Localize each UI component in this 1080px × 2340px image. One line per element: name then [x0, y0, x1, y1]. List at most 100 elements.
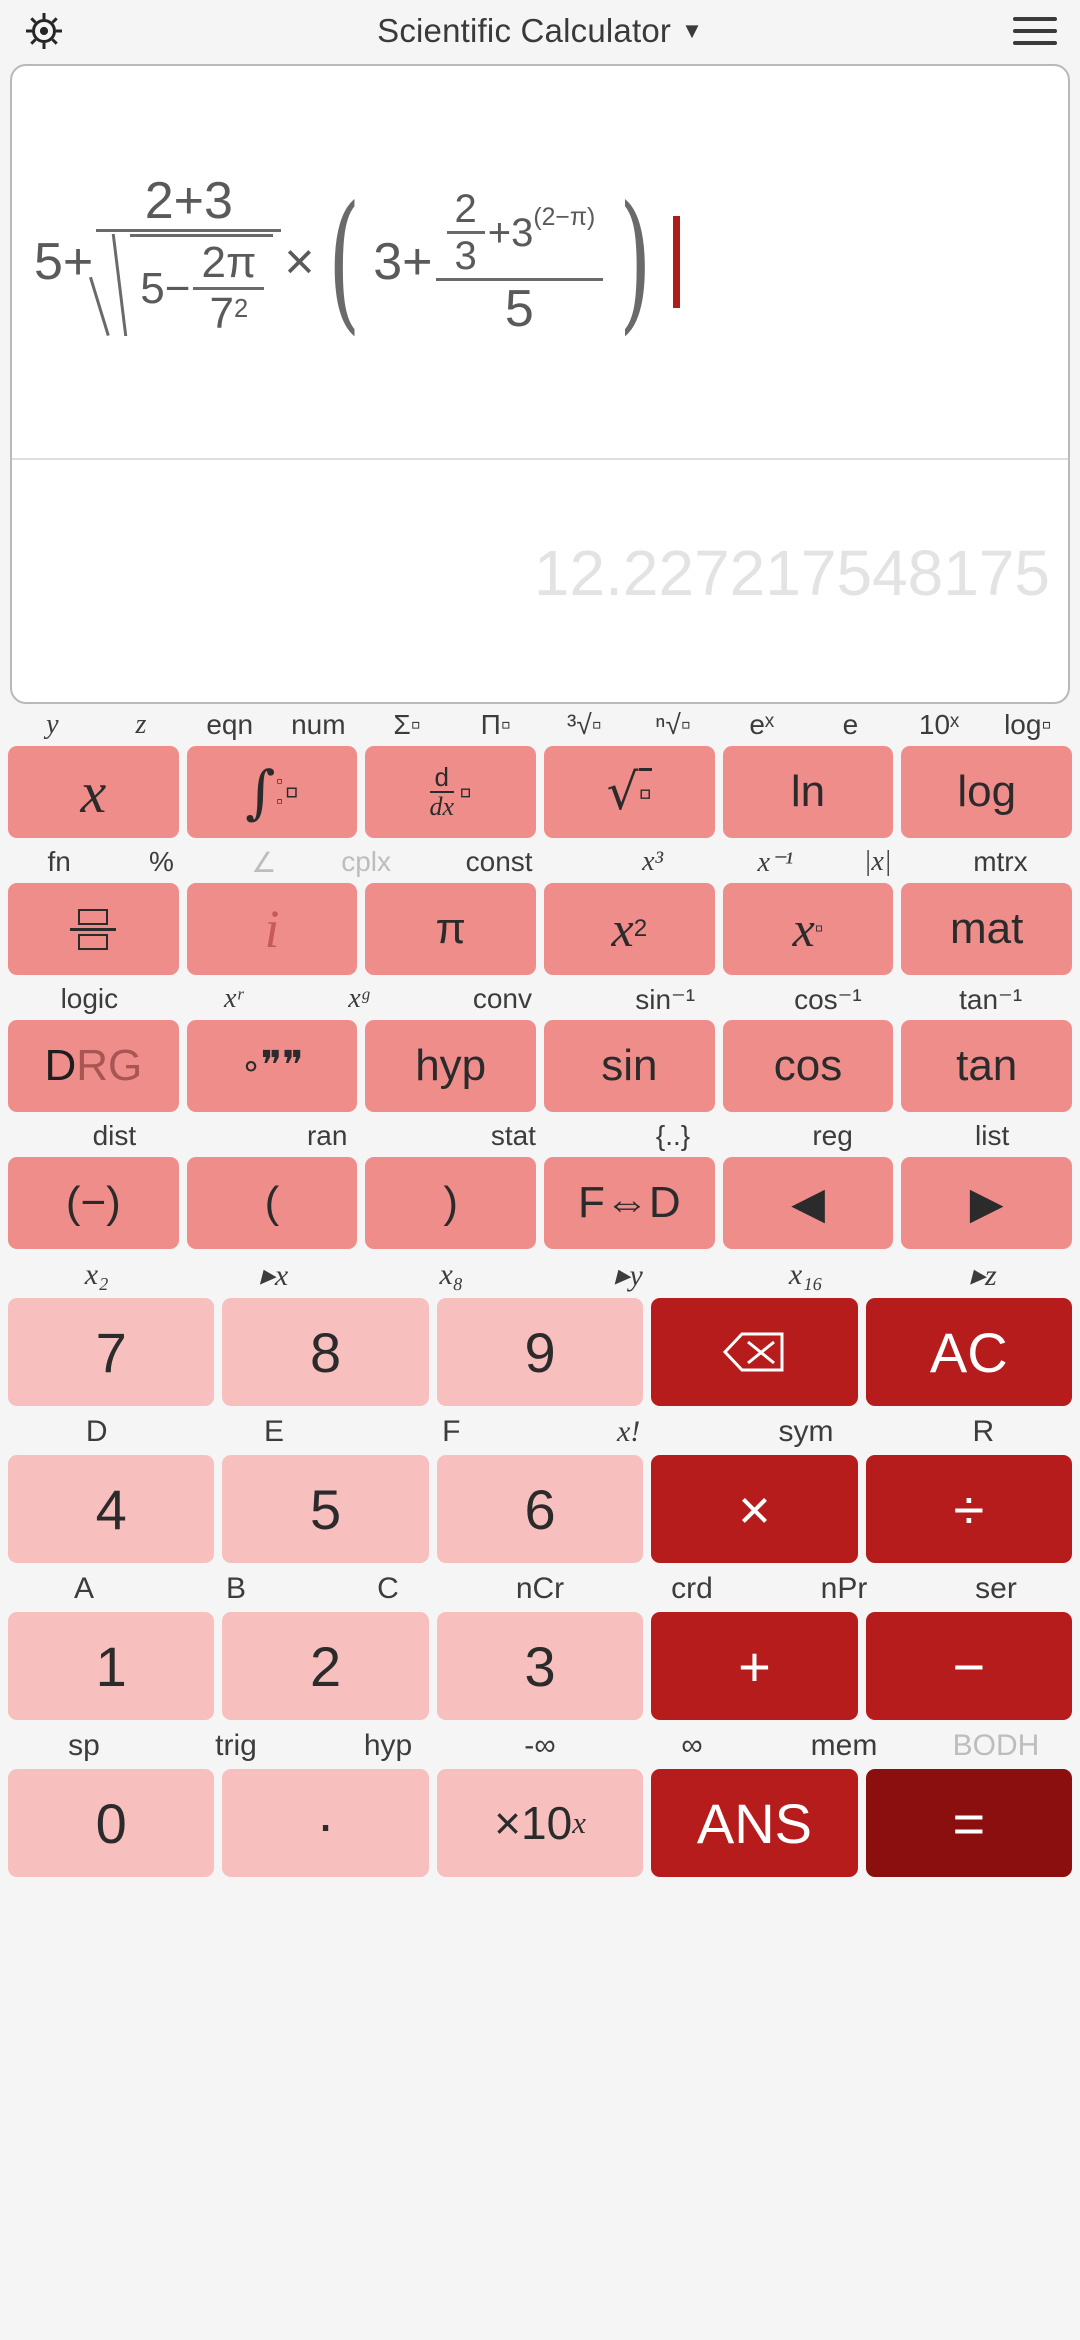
key-hyp[interactable]: hyp: [365, 1020, 537, 1112]
secondary-label[interactable]: logic: [8, 983, 171, 1015]
secondary-label[interactable]: z: [97, 709, 186, 741]
key-answer[interactable]: ANS: [651, 1769, 858, 1877]
key-9[interactable]: 9: [436, 1298, 644, 1406]
secondary-label[interactable]: eˣ: [717, 709, 806, 741]
secondary-label[interactable]: cplx: [315, 846, 417, 878]
key-ln[interactable]: ln: [722, 746, 894, 838]
secondary-label[interactable]: x₈: [363, 1258, 540, 1292]
key-negative[interactable]: (−): [8, 1157, 179, 1249]
secondary-label[interactable]: ▸x: [185, 1258, 362, 1293]
secondary-label[interactable]: mem: [768, 1729, 920, 1763]
key-divide[interactable]: ÷: [865, 1455, 1073, 1563]
key-paren-open[interactable]: (: [186, 1157, 358, 1249]
secondary-label[interactable]: F: [363, 1415, 540, 1449]
secondary-label[interactable]: ∞: [616, 1729, 768, 1763]
secondary-label[interactable]: {..}: [593, 1120, 753, 1152]
secondary-label[interactable]: A: [8, 1572, 160, 1606]
key-6[interactable]: 6: [436, 1455, 644, 1563]
key-square-root[interactable]: √ ▫: [544, 746, 715, 838]
key-2[interactable]: 2: [222, 1612, 429, 1720]
key-all-clear[interactable]: AC: [865, 1298, 1073, 1406]
secondary-label[interactable]: mtrx: [929, 846, 1072, 878]
key-4[interactable]: 4: [8, 1455, 215, 1563]
key-backspace[interactable]: [651, 1298, 858, 1406]
secondary-label[interactable]: Π▫: [451, 709, 540, 741]
secondary-label[interactable]: D: [8, 1415, 185, 1449]
key-pi[interactable]: π: [365, 883, 537, 975]
key-equals[interactable]: =: [865, 1769, 1073, 1877]
key-cos[interactable]: cos: [722, 1020, 894, 1112]
secondary-label[interactable]: y: [8, 709, 97, 741]
key-0[interactable]: 0: [8, 1769, 215, 1877]
secondary-label[interactable]: const: [417, 846, 581, 878]
key-log[interactable]: log: [901, 746, 1073, 838]
secondary-label[interactable]: e: [806, 709, 895, 741]
key-matrix[interactable]: mat: [901, 883, 1073, 975]
secondary-label[interactable]: list: [912, 1120, 1072, 1152]
settings-gear-button[interactable]: [18, 5, 70, 57]
secondary-label[interactable]: 10ˣ: [895, 709, 984, 741]
key-decimal-point[interactable]: ·: [222, 1769, 429, 1877]
secondary-label[interactable]: reg: [753, 1120, 913, 1152]
key-variable-x[interactable]: x: [8, 746, 179, 838]
secondary-label[interactable]: num: [274, 709, 363, 741]
secondary-label[interactable]: eqn: [185, 709, 274, 741]
secondary-label[interactable]: |x|: [826, 846, 928, 878]
secondary-label[interactable]: B: [160, 1572, 312, 1606]
secondary-label[interactable]: Σ▫: [363, 709, 452, 741]
key-x-power[interactable]: x ▫: [722, 883, 894, 975]
key-derivative[interactable]: d dx ▫: [365, 746, 537, 838]
secondary-label[interactable]: sp: [8, 1729, 160, 1763]
secondary-label[interactable]: fn: [8, 846, 110, 878]
title-dropdown[interactable]: Scientific Calculator ▼: [377, 12, 703, 50]
secondary-label[interactable]: ser: [920, 1572, 1072, 1606]
secondary-label[interactable]: ⁿ√▫: [629, 709, 718, 741]
secondary-label[interactable]: conv: [421, 983, 584, 1015]
expression-area[interactable]: 5+ 2+3 5− 2π 72 × (3+ 2 3 +3 (2−π) 5): [12, 66, 1068, 458]
key-fraction[interactable]: [8, 883, 179, 975]
secondary-label[interactable]: nPr: [768, 1572, 920, 1606]
secondary-label[interactable]: x!: [540, 1415, 717, 1449]
key-x-squared[interactable]: x2: [544, 883, 715, 975]
key-cursor-right[interactable]: ▶: [901, 1157, 1073, 1249]
key-3[interactable]: 3: [436, 1612, 644, 1720]
secondary-label[interactable]: trig: [160, 1729, 312, 1763]
secondary-label[interactable]: sin⁻¹: [584, 983, 747, 1016]
secondary-label[interactable]: x₁₆: [717, 1258, 894, 1292]
key-integral[interactable]: ∫ ▫ ▫ ▫: [186, 746, 358, 838]
key-sin[interactable]: sin: [544, 1020, 715, 1112]
key-1[interactable]: 1: [8, 1612, 215, 1720]
key-5[interactable]: 5: [222, 1455, 429, 1563]
secondary-label[interactable]: stat: [434, 1120, 594, 1152]
secondary-label[interactable]: ³√▫: [540, 709, 629, 741]
key-multiply[interactable]: ×: [651, 1455, 858, 1563]
secondary-label[interactable]: ▸z: [895, 1258, 1072, 1293]
secondary-label[interactable]: hyp: [312, 1729, 464, 1763]
key-exponent[interactable]: ×10 x: [436, 1769, 644, 1877]
secondary-label[interactable]: BODH: [920, 1729, 1072, 1763]
secondary-label[interactable]: -∞: [464, 1729, 616, 1763]
secondary-label[interactable]: %: [110, 846, 212, 878]
secondary-label[interactable]: x³: [581, 846, 724, 878]
secondary-label[interactable]: log▫: [983, 709, 1072, 741]
secondary-label[interactable]: ▸y: [540, 1258, 717, 1293]
key-drg[interactable]: D RG: [8, 1020, 179, 1112]
key-7[interactable]: 7: [8, 1298, 215, 1406]
hamburger-menu-button[interactable]: [1006, 5, 1064, 57]
key-tan[interactable]: tan: [901, 1020, 1073, 1112]
secondary-label[interactable]: E: [185, 1415, 362, 1449]
key-paren-close[interactable]: ): [365, 1157, 537, 1249]
secondary-label[interactable]: ran: [221, 1120, 434, 1152]
key-8[interactable]: 8: [222, 1298, 429, 1406]
secondary-label[interactable]: C: [312, 1572, 464, 1606]
key-imaginary-i[interactable]: i: [186, 883, 358, 975]
secondary-label[interactable]: cos⁻¹: [747, 983, 910, 1016]
secondary-label[interactable]: crd: [616, 1572, 768, 1606]
secondary-label[interactable]: tan⁻¹: [909, 983, 1072, 1016]
key-cursor-left[interactable]: ◀: [722, 1157, 894, 1249]
secondary-label[interactable]: xʳ: [171, 983, 296, 1015]
secondary-label[interactable]: dist: [8, 1120, 221, 1152]
key-fraction-decimal-toggle[interactable]: F⇔D: [544, 1157, 715, 1249]
secondary-label[interactable]: R: [895, 1415, 1072, 1449]
secondary-label[interactable]: xᵍ: [296, 983, 421, 1015]
